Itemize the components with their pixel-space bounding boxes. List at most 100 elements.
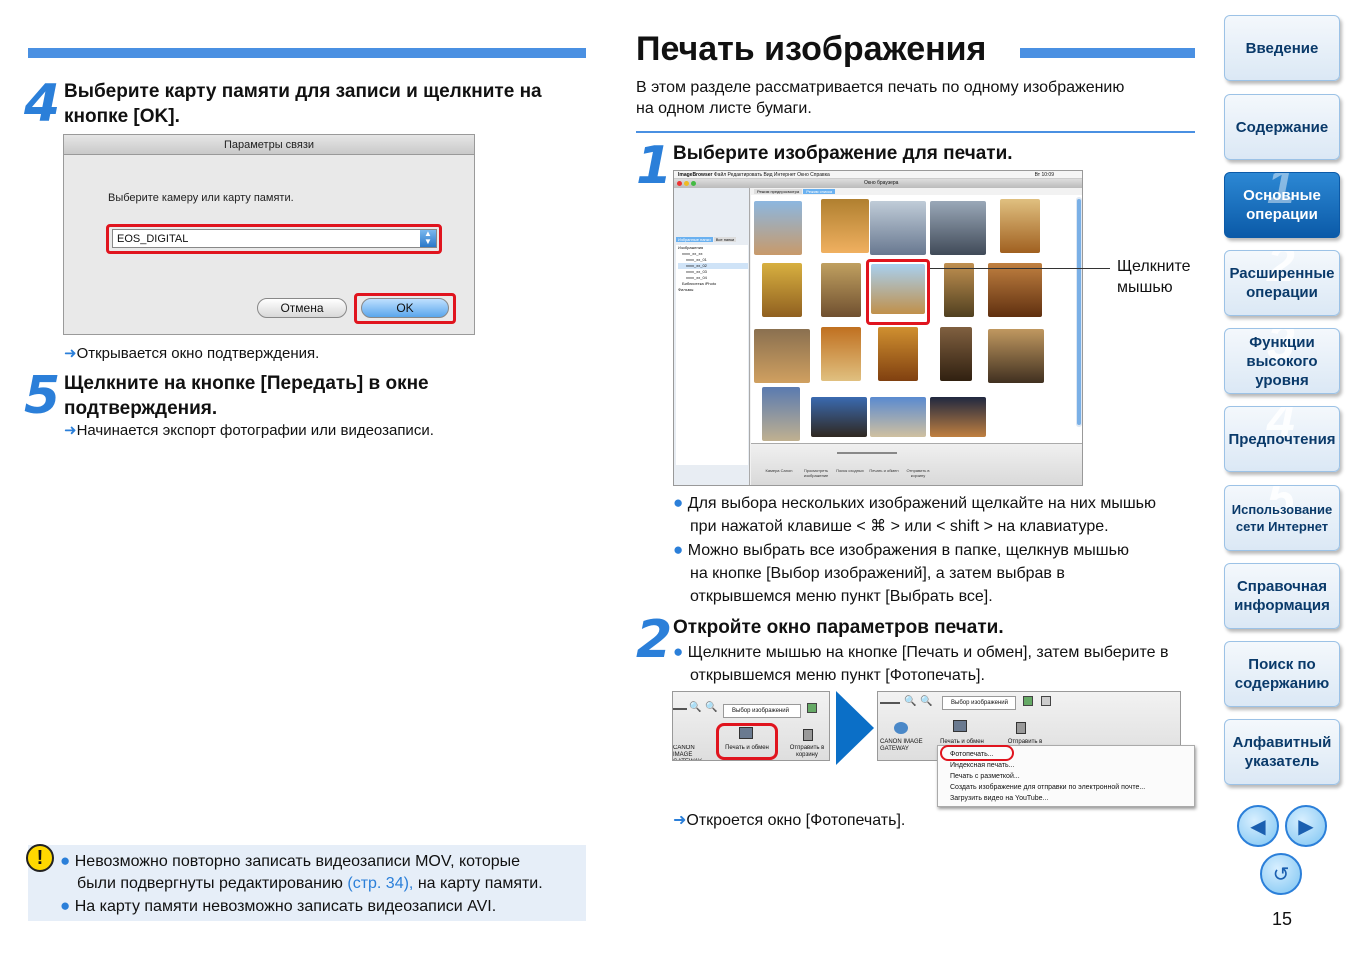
scrollbar-thumb[interactable]	[1077, 199, 1081, 425]
result-arrow-icon: ➜	[673, 812, 687, 829]
step-2-bullet: ● Щелкните мышью на кнопке [Печать и обм…	[673, 642, 1169, 684]
nav-preferences[interactable]: 4 Предпочтения	[1224, 406, 1340, 472]
thumbnail-10[interactable]	[988, 263, 1042, 317]
thumbnail-12[interactable]	[821, 327, 861, 381]
ok-button[interactable]: OK	[361, 298, 449, 318]
step-4-number: 4	[24, 74, 61, 134]
nav-internet[interactable]: 5 Использование сети Интернет	[1224, 485, 1340, 551]
thumbnail-3[interactable]	[870, 201, 926, 255]
zoom-out-icon[interactable]: 🔍	[689, 702, 701, 713]
cancel-button[interactable]: Отмена	[257, 298, 347, 318]
menu-youtube-upload[interactable]: Загрузить видео на YouTube...	[950, 793, 1194, 804]
folder-tabs: Избранные папки Все папки	[676, 237, 737, 242]
menu-layout-print[interactable]: Печать с разметкой...	[950, 771, 1194, 782]
toolbar-line	[880, 702, 900, 704]
gateway-icon[interactable]	[894, 722, 908, 734]
gateway-label: CANON IMAGE GATEWAY	[673, 745, 702, 760]
step-5-title: Щелкните на кнопке [Передать] в окне под…	[64, 373, 429, 419]
nav-intro[interactable]: Введение	[1224, 15, 1340, 81]
thumbnail-14[interactable]	[940, 327, 972, 381]
trash-icon[interactable]	[803, 729, 813, 741]
select-images-dropdown[interactable]: Выбор изображений	[723, 704, 801, 718]
gateway-label: CANON IMAGE GATEWAY	[880, 739, 923, 752]
result-arrow-icon: ➜	[64, 345, 77, 362]
thumbnail-8-selected[interactable]	[871, 264, 925, 314]
thumbnail-1[interactable]	[754, 201, 802, 255]
title-bar	[1020, 48, 1195, 58]
thumbnail-7[interactable]	[821, 263, 861, 317]
toolbar-trash[interactable]: Отправить в корзину	[903, 468, 933, 478]
grid-view-icon[interactable]	[807, 703, 817, 713]
result-arrow-icon: ➜	[64, 422, 77, 439]
step-5-number: 5	[24, 366, 61, 426]
menu-index-print[interactable]: Индексная печать...	[950, 760, 1194, 771]
prev-page-icon[interactable]: ◀	[1237, 805, 1279, 847]
thumbnail-6[interactable]	[762, 263, 802, 317]
grid-view-icon[interactable]	[1023, 696, 1033, 706]
step-4-result: ➜Открывается окно подтверждения.	[64, 345, 320, 362]
thumbnail-4[interactable]	[930, 201, 986, 255]
page-number: 15	[1272, 909, 1293, 929]
memory-card-select-value: EOS_DIGITAL	[117, 233, 189, 245]
nav-search-contents[interactable]: Поиск по содержанию	[1224, 641, 1340, 707]
bullet-icon: ●	[673, 493, 684, 512]
zoom-out-icon[interactable]: 🔍	[904, 696, 916, 707]
thumbnail-11[interactable]	[754, 329, 810, 383]
trash-icon[interactable]	[1016, 722, 1026, 734]
nav-alphabetical-index[interactable]: Алфавитный указатель	[1224, 719, 1340, 785]
folder-tree: Изображения xxxx_xx_xx xxxx_xx_01 xxxx_x…	[676, 245, 748, 465]
thumbnail-19[interactable]	[930, 397, 986, 437]
transition-arrow-icon	[836, 691, 874, 765]
intro-divider	[636, 131, 1195, 133]
connection-dialog: Параметры связи Выберите камеру или карт…	[63, 134, 475, 335]
print-share-icon[interactable]	[739, 727, 753, 739]
thumbnail-15[interactable]	[988, 329, 1044, 383]
toolbar-print-share[interactable]: Печать и обмен	[869, 468, 899, 473]
zoom-in-icon[interactable]: 🔍	[920, 696, 932, 707]
thumbnail-13[interactable]	[878, 327, 918, 381]
step-2-number: 2	[636, 610, 673, 670]
dialog-prompt: Выберите камеру или карту памяти.	[108, 192, 294, 204]
toolbar-find-similar[interactable]: Поиск сходных	[835, 468, 865, 473]
thumbnail-9[interactable]	[944, 263, 974, 317]
select-images-dropdown[interactable]: Выбор изображений	[942, 696, 1016, 710]
page-title: Печать изображения	[636, 30, 987, 68]
bullet-icon: ●	[673, 540, 684, 559]
photo-print-highlight	[940, 745, 1014, 761]
thumbnail-18[interactable]	[870, 397, 926, 437]
trash-button[interactable]: Отправить в корзину	[783, 745, 829, 759]
page-34-link[interactable]: (стр. 34),	[347, 875, 413, 892]
zoom-in-icon[interactable]: 🔍	[705, 702, 717, 713]
step-1-bullets: ● Для выбора нескольких изображений щелк…	[673, 493, 1156, 605]
print-share-button[interactable]: Печать и обмен	[719, 745, 775, 751]
step-5-result: ➜Начинается экспорт фотографии или видео…	[64, 422, 434, 439]
next-page-icon[interactable]: ▶	[1285, 805, 1327, 847]
dialog-title: Параметры связи	[64, 135, 474, 155]
nav-basic-operations[interactable]: 1 Основные операции	[1224, 172, 1340, 238]
thumbnail-16[interactable]	[762, 387, 800, 441]
browser-toolbar: Камера Canon Просмотреть изображение Пои…	[751, 443, 1082, 485]
step-4-title: Выберите карту памяти для записи и щелкн…	[64, 81, 542, 127]
toolbar-view-image[interactable]: Просмотреть изображение	[801, 468, 831, 478]
thumbnail-5[interactable]	[1000, 199, 1040, 253]
step-1-title: Выберите изображение для печати.	[673, 143, 1013, 164]
thumbnail-17[interactable]	[811, 397, 867, 437]
caution-text: ● Невозможно повторно записать видеозапи…	[60, 851, 543, 915]
toolbar-camera-canon[interactable]: Камера Canon	[765, 468, 793, 473]
zoom-slider[interactable]	[837, 452, 897, 454]
left-header-bar	[28, 48, 586, 58]
nav-high-level-functions[interactable]: 3 Функции высокого уровня	[1224, 328, 1340, 394]
nav-advanced-operations[interactable]: 2 Расширенные операции	[1224, 250, 1340, 316]
nav-contents[interactable]: Содержание	[1224, 94, 1340, 160]
thumbnail-2[interactable]	[821, 199, 869, 253]
menu-email-image[interactable]: Создать изображение для отправки по элек…	[950, 782, 1194, 793]
list-view-icon[interactable]	[1041, 696, 1051, 706]
back-icon[interactable]: ↺	[1260, 853, 1302, 895]
window-titlebar: Окно браузера	[674, 179, 1082, 188]
print-share-icon[interactable]	[953, 720, 967, 732]
nav-reference[interactable]: Справочная информация	[1224, 563, 1340, 629]
memory-card-select[interactable]: EOS_DIGITAL ▲ ▼	[112, 229, 437, 248]
caution-icon: !	[26, 844, 54, 872]
image-browser-screenshot: ImageBrowser Файл Редактировать Вид Инте…	[673, 170, 1083, 486]
bullet-icon: ●	[60, 896, 71, 915]
